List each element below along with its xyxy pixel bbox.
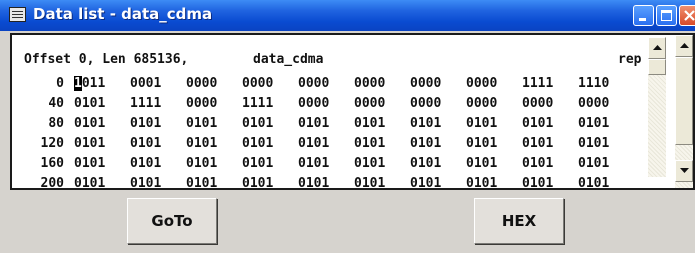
bit-group[interactable]: 0101	[410, 116, 441, 131]
bit-group[interactable]: 1111	[522, 76, 553, 91]
row-offset: 40	[48, 96, 64, 111]
bit-group[interactable]: 0101	[298, 156, 329, 171]
bit-group[interactable]: 0101	[298, 116, 329, 131]
bit-group[interactable]: 0101	[578, 156, 609, 171]
bit-group[interactable]: 0000	[522, 96, 553, 111]
row-offset: 200	[40, 176, 64, 190]
maximize-icon[interactable]	[656, 5, 677, 26]
bit-group[interactable]: 0101	[466, 156, 497, 171]
bit-group[interactable]: 1111	[130, 96, 161, 111]
bit-group[interactable]: 0101	[130, 176, 161, 188]
bit-group[interactable]: 0101	[578, 116, 609, 131]
title-bar[interactable]: Data list - data_cdma	[0, 0, 695, 31]
bit-group[interactable]: 0000	[186, 96, 217, 111]
bit-group[interactable]: 0101	[522, 156, 553, 171]
bit-group[interactable]: 0101	[354, 156, 385, 171]
data-list-panel[interactable]: Offset 0, Len 685136, data_cdma rep 0 101…	[10, 33, 695, 190]
list-scroll-up-button[interactable]	[648, 37, 666, 59]
bit-group[interactable]: 0000	[466, 96, 497, 111]
arrow-up-icon	[680, 43, 689, 48]
bit-row: 200 0101 0101 0101 0101 0101 0101 0101 0101 0101 0…	[12, 176, 632, 190]
row-offset: 160	[40, 156, 64, 171]
arrow-down-icon	[680, 168, 689, 173]
bit-group[interactable]: 0101	[186, 156, 217, 171]
bit-group[interactable]: 0101	[578, 136, 609, 151]
row-offset: 80	[48, 116, 64, 131]
bit-group[interactable]: 0101	[74, 136, 105, 151]
bit-row: 120 0101 0101 0101 0101 0101 0101 0101 0101 0101 0…	[12, 136, 632, 154]
bit-group[interactable]: 0101	[354, 136, 385, 151]
bit-group[interactable]: 0101	[130, 156, 161, 171]
bit-group[interactable]: 0101	[466, 176, 497, 188]
bit-group[interactable]: 0101	[410, 136, 441, 151]
repeat-mode-label: rep	[618, 52, 642, 67]
bit-group[interactable]: 0101	[242, 116, 273, 131]
bit-row: 40 0101 1111 0000 1111 0000 0000 0000 0000 0000 00…	[12, 96, 632, 114]
bit-group[interactable]: 0000	[242, 76, 273, 91]
bit-group[interactable]: 0101	[354, 116, 385, 131]
hex-button[interactable]: HEX	[474, 198, 564, 244]
list-scrollbar[interactable]	[648, 37, 666, 177]
bit-group[interactable]: 0101	[242, 136, 273, 151]
goto-button[interactable]: GoTo	[127, 198, 217, 244]
bit-group[interactable]: 1111	[242, 96, 273, 111]
bit-group[interactable]: 0000	[578, 96, 609, 111]
bit-group[interactable]: 0101	[74, 96, 105, 111]
bit-group[interactable]: 0000	[354, 76, 385, 91]
bit-group[interactable]: 0000	[298, 76, 329, 91]
dialog-scroll-down-button[interactable]	[675, 160, 693, 182]
bit-group[interactable]: 1110	[578, 76, 609, 91]
list-header: Offset 0, Len 685136, data_cdma rep	[24, 52, 644, 70]
bit-group[interactable]: 0000	[298, 96, 329, 111]
bit-row: 80 0101 0101 0101 0101 0101 0101 0101 0101 0101 01…	[12, 116, 632, 134]
bit-group[interactable]: 0101	[186, 136, 217, 151]
bit-group[interactable]: 0101	[466, 136, 497, 151]
bit-group[interactable]: 1011	[74, 76, 105, 91]
data-list-name: data_cdma	[253, 52, 324, 67]
bit-row: 0 1011 0001 0000 0000 0000 0000 0000 0000 1111 111…	[12, 76, 632, 94]
bit-group[interactable]: 0101	[410, 156, 441, 171]
bit-group[interactable]: 0101	[186, 176, 217, 188]
bit-row: 160 0101 0101 0101 0101 0101 0101 0101 0101 0101 0…	[12, 156, 632, 174]
bit-group[interactable]: 0000	[186, 76, 217, 91]
list-app-icon	[9, 7, 26, 22]
list-scroll-thumb[interactable]	[648, 59, 666, 75]
minimize-icon[interactable]	[633, 5, 654, 26]
bit-group[interactable]: 0101	[242, 156, 273, 171]
bit-group[interactable]: 0000	[410, 96, 441, 111]
bit-group[interactable]: 0101	[74, 156, 105, 171]
arrow-up-icon	[653, 45, 662, 50]
bit-group[interactable]: 0101	[130, 136, 161, 151]
window-title: Data list - data_cdma	[33, 5, 213, 23]
row-offset: 120	[40, 136, 64, 151]
offset-length-text: Offset 0, Len 685136,	[24, 52, 189, 67]
bit-group[interactable]: 0101	[410, 176, 441, 188]
bit-group[interactable]: 0101	[130, 116, 161, 131]
bit-group[interactable]: 0101	[298, 136, 329, 151]
data-list-window: Data list - data_cdma Offset 0, Len 6851…	[0, 0, 695, 253]
bit-group[interactable]: 0000	[354, 96, 385, 111]
bit-group[interactable]: 0101	[74, 176, 105, 188]
bit-group[interactable]: 0001	[130, 76, 161, 91]
bit-group[interactable]: 0101	[186, 116, 217, 131]
bit-group[interactable]: 0101	[578, 176, 609, 188]
bit-group[interactable]: 0101	[242, 176, 273, 188]
bit-group[interactable]: 0101	[354, 176, 385, 188]
bit-group[interactable]: 0101	[522, 176, 553, 188]
bit-group[interactable]: 0000	[410, 76, 441, 91]
bit-group[interactable]: 0000	[466, 76, 497, 91]
dialog-scroll-thumb[interactable]	[675, 57, 693, 145]
row-offset: 0	[56, 76, 64, 91]
bit-group[interactable]: 0101	[522, 136, 553, 151]
bit-group[interactable]: 0101	[522, 116, 553, 131]
bit-group[interactable]: 0101	[298, 176, 329, 188]
close-icon[interactable]	[679, 5, 695, 26]
bit-group[interactable]: 0101	[74, 116, 105, 131]
edit-cursor[interactable]: 1	[74, 76, 82, 91]
bit-group[interactable]: 0101	[466, 116, 497, 131]
dialog-scrollbar[interactable]	[675, 35, 693, 188]
dialog-scroll-up-button[interactable]	[675, 35, 693, 57]
